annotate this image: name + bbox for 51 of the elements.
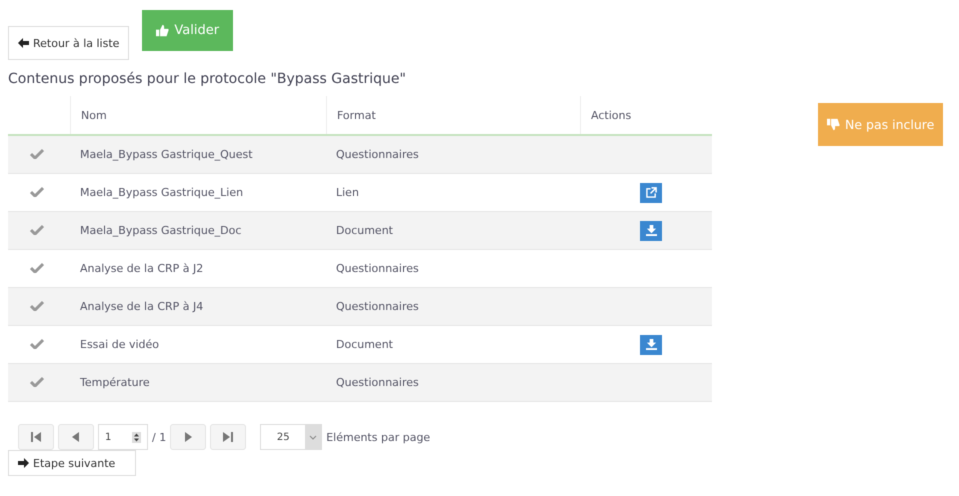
external-link-icon bbox=[646, 187, 656, 198]
thumbs-down-icon bbox=[827, 118, 840, 131]
chevron-down-icon bbox=[305, 425, 322, 449]
table-cell-text: Température bbox=[79, 376, 151, 389]
download-icon bbox=[646, 339, 656, 350]
download-icon bbox=[646, 225, 656, 236]
first-page-icon bbox=[31, 432, 41, 442]
table-cell-text: Essai de vidéo bbox=[79, 338, 160, 351]
check-icon bbox=[30, 376, 44, 386]
check-icon bbox=[30, 186, 44, 196]
table-cell-text: Questionnaires bbox=[335, 376, 420, 389]
check-icon bbox=[30, 224, 44, 234]
page-size-select[interactable]: 25 bbox=[260, 424, 322, 450]
previous-page-button[interactable] bbox=[58, 424, 94, 450]
section-title: Contenus proposés pour le protocole "Bypass Gastrique" bbox=[8, 71, 407, 87]
table-cell-text: Analyse de la CRP à J4 bbox=[79, 300, 204, 313]
last-page-button[interactable] bbox=[210, 424, 246, 450]
download-button[interactable] bbox=[640, 220, 662, 240]
download-button[interactable] bbox=[640, 334, 662, 354]
arrow-left-icon bbox=[18, 38, 29, 48]
page-number-field[interactable]: 1 bbox=[98, 424, 148, 450]
arrow-right-icon bbox=[18, 458, 29, 468]
previous-icon bbox=[71, 432, 81, 442]
table-cell-text: Maela_Bypass Gastrique_Doc bbox=[79, 224, 242, 237]
check-icon bbox=[30, 148, 44, 158]
thumbs-up-icon bbox=[156, 24, 170, 37]
table-cell-text: Document bbox=[335, 338, 394, 351]
table-cell-text: Analyse de la CRP à J2 bbox=[79, 262, 204, 275]
back-button[interactable]: Retour à la liste bbox=[8, 26, 130, 60]
table-cell-text: Maela_Bypass Gastrique_Quest bbox=[79, 148, 254, 161]
table-cell-text: Questionnaires bbox=[335, 262, 420, 275]
table-cell-text: Questionnaires bbox=[335, 148, 420, 161]
check-icon bbox=[30, 300, 44, 310]
check-icon bbox=[30, 338, 44, 348]
column-header: Actions bbox=[591, 108, 632, 122]
table-cell-text: Lien bbox=[335, 186, 360, 199]
next-page-button[interactable] bbox=[170, 424, 206, 450]
first-page-button[interactable] bbox=[18, 424, 54, 450]
next-step-button[interactable]: Etape suivante bbox=[8, 450, 136, 476]
table-cell-text: Document bbox=[335, 224, 394, 237]
column-header: Format bbox=[337, 108, 376, 122]
page-size-label: Eléments par page bbox=[326, 430, 430, 444]
spinner-icon bbox=[132, 432, 141, 442]
column-header: Nom bbox=[81, 108, 107, 122]
table-cell-text: Questionnaires bbox=[335, 300, 420, 313]
open-link-button[interactable] bbox=[640, 182, 662, 202]
last-page-icon bbox=[223, 432, 234, 442]
table-cell-text: Maela_Bypass Gastrique_Lien bbox=[79, 186, 244, 199]
next-icon bbox=[183, 432, 194, 442]
check-icon bbox=[30, 262, 44, 272]
page-total: / 1 bbox=[152, 430, 166, 444]
